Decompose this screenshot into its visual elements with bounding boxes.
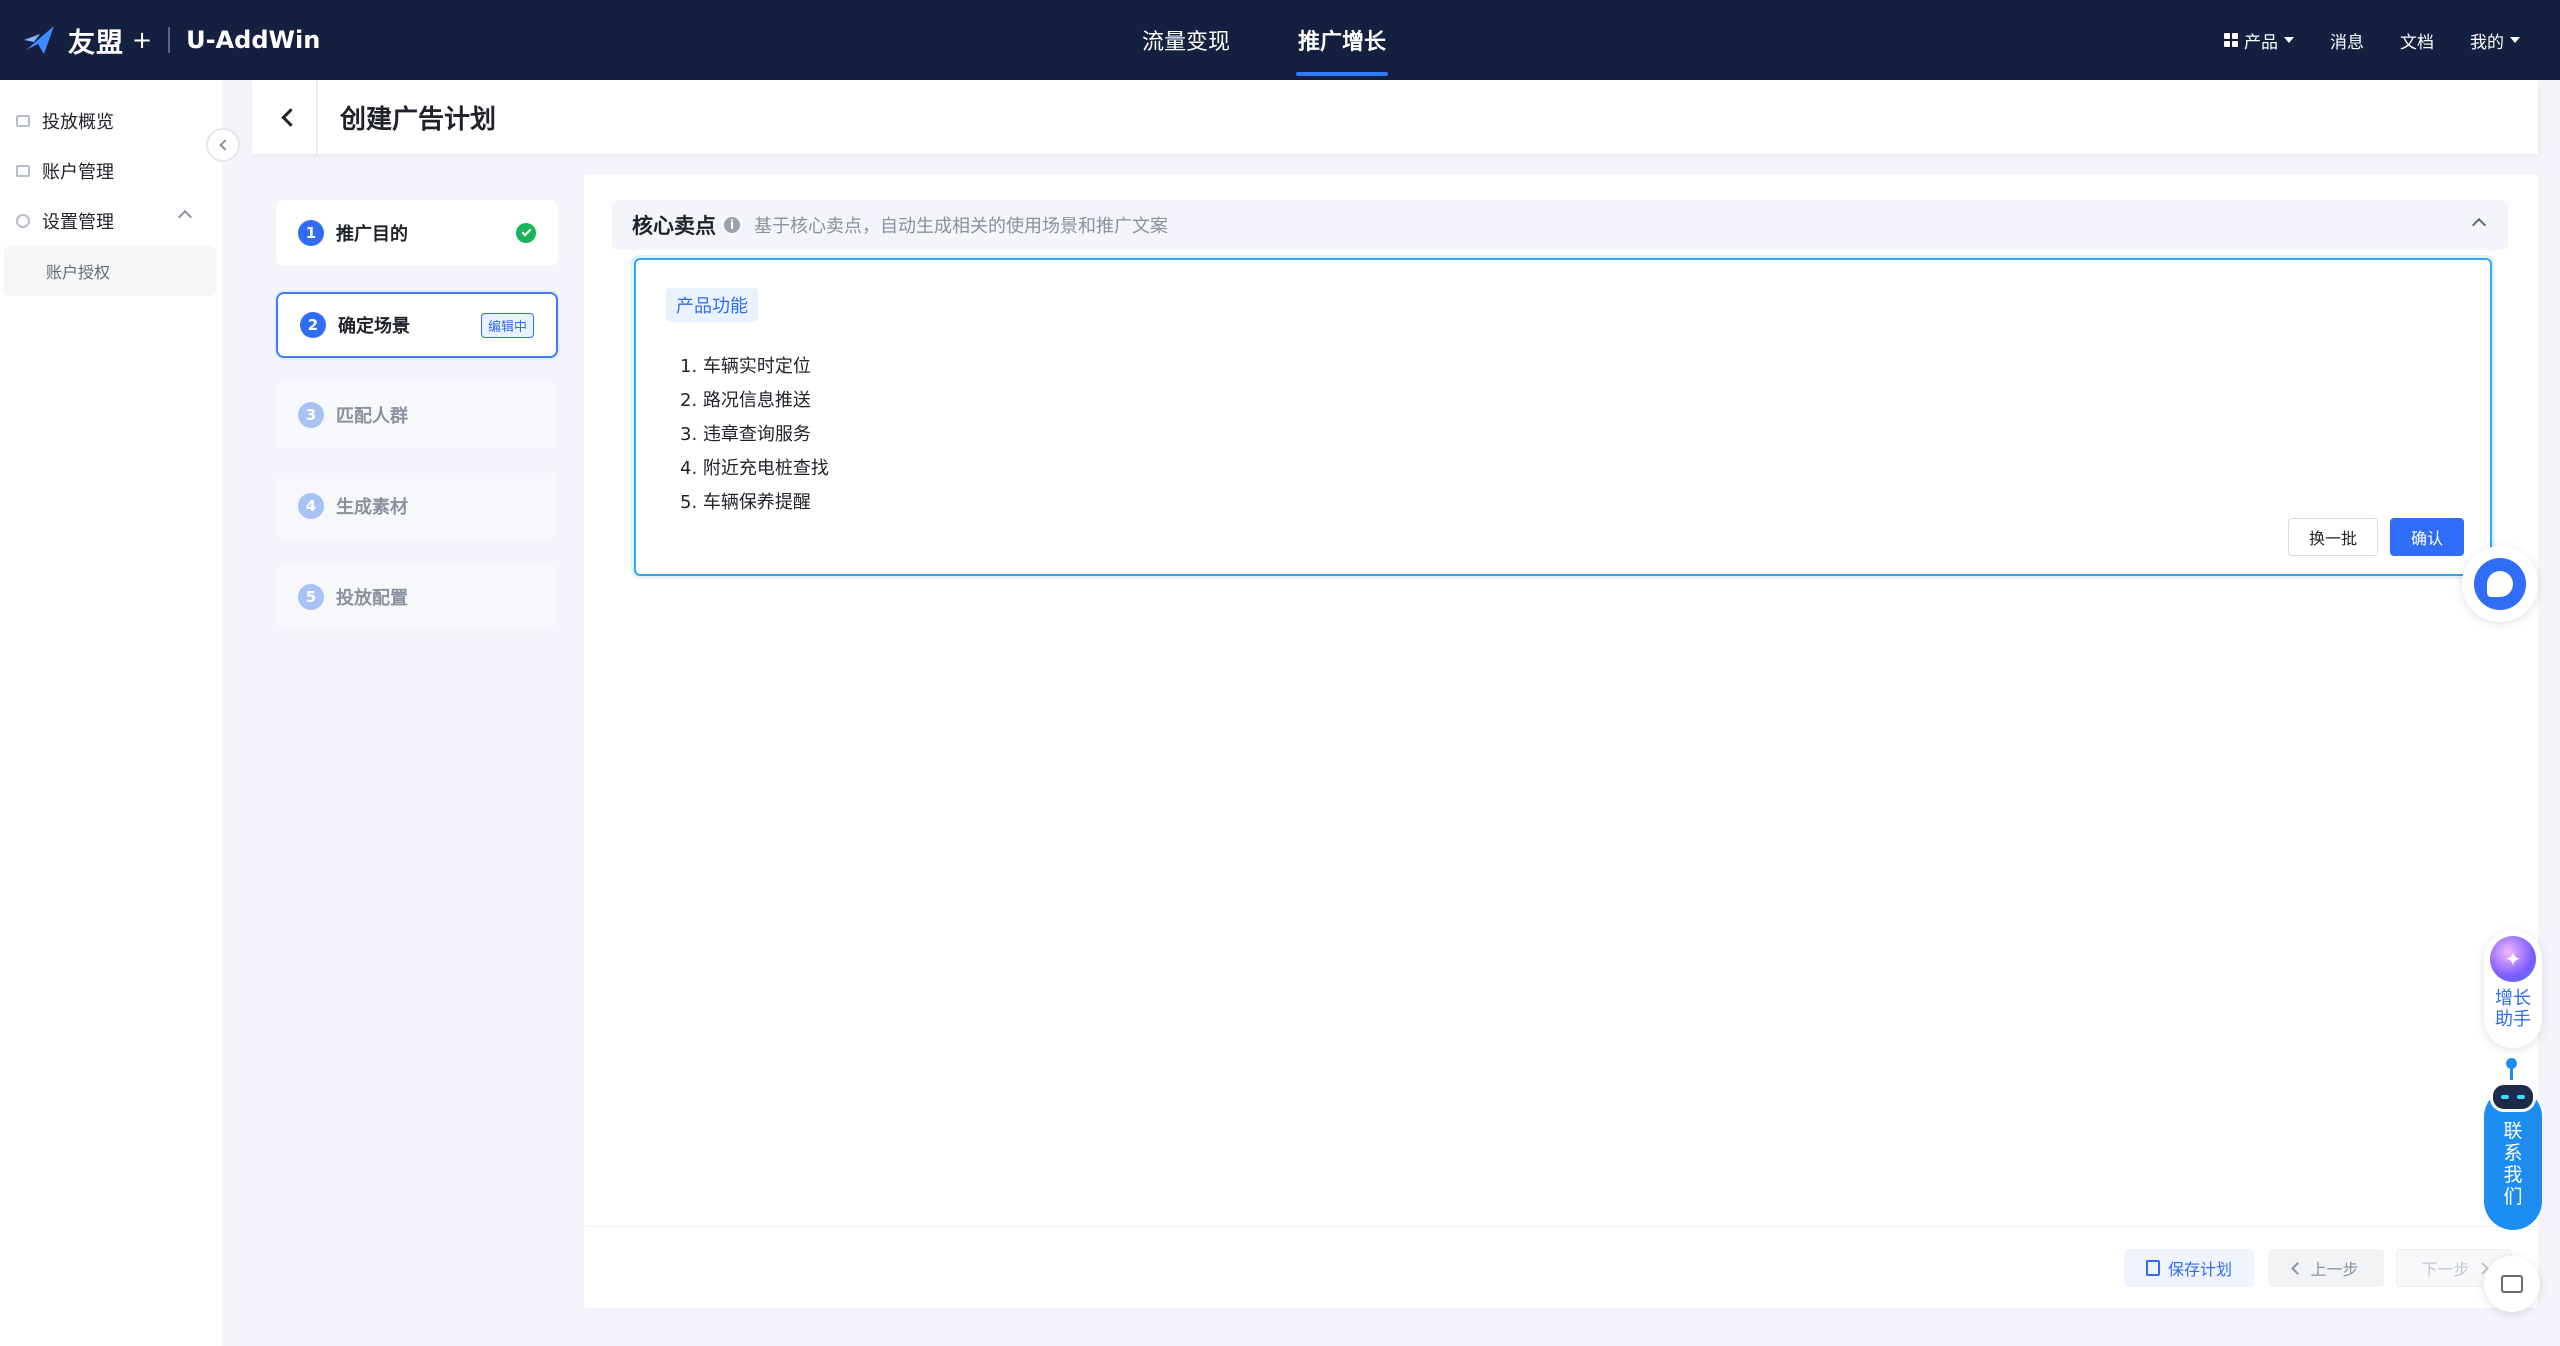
tab-traffic-monetization[interactable]: 流量变现 <box>1140 0 1232 80</box>
step-label: 投放配置 <box>336 588 408 609</box>
feature-tag: 产品功能 <box>666 288 758 322</box>
products-menu[interactable]: 产品 <box>2224 28 2294 53</box>
feature-list: 1. 车辆实时定位 2. 路况信息推送 3. 违章查询服务 4. 附近充电桩查找… <box>680 350 829 520</box>
robot-antenna-icon <box>2506 1058 2517 1080</box>
sidebar-item-label: 账户管理 <box>42 162 114 183</box>
sidebar-item-settings[interactable]: 设置管理 <box>16 204 114 238</box>
prev-step-button[interactable]: 上一步 <box>2268 1249 2384 1287</box>
chevron-left-icon <box>2291 1261 2305 1275</box>
chevron-left-icon <box>218 139 231 151</box>
swap-batch-button[interactable]: 换一批 <box>2288 518 2378 556</box>
product-feature-card[interactable]: 产品功能 1. 车辆实时定位 2. 路况信息推送 3. 违章查询服务 4. 附近… <box>634 258 2492 576</box>
chevron-up-icon[interactable] <box>2471 217 2487 233</box>
contact-us-button[interactable]: 联系我们 <box>2484 1058 2542 1230</box>
list-item: 2. 路况信息推送 <box>680 390 811 411</box>
list-item: 1. 车辆实时定位 <box>680 356 811 377</box>
step-label: 生成素材 <box>336 497 408 518</box>
brand-name: 友盟 <box>68 27 124 59</box>
sparkle-icon: ✦ <box>2490 936 2536 982</box>
product-name: U-AddWin <box>186 26 321 54</box>
step-label: 确定场景 <box>338 316 410 337</box>
growth-assistant-label: 增长助手 <box>2495 988 2531 1030</box>
chat-bubble-icon <box>2474 558 2526 610</box>
check-circle-icon <box>516 223 536 243</box>
editing-badge: 编辑中 <box>480 312 534 338</box>
messages-link[interactable]: 消息 <box>2330 28 2364 53</box>
step-number: 5 <box>298 584 324 610</box>
back-button[interactable] <box>258 80 318 154</box>
list-item: 4. 附近充电桩查找 <box>680 458 829 479</box>
page-header: 创建广告计划 <box>252 80 2538 154</box>
chevron-up-icon[interactable] <box>177 209 193 225</box>
top-right-menu: 产品 消息 文档 我的 <box>2224 0 2520 80</box>
umeng-logo-icon <box>24 26 54 54</box>
caret-down-icon <box>2510 37 2520 43</box>
grid-icon <box>2224 33 2238 47</box>
caret-down-icon <box>2284 37 2294 43</box>
gear-icon <box>16 214 30 228</box>
tab-promotion-growth[interactable]: 推广增长 <box>1296 0 1389 80</box>
sidebar-item-label: 投放概览 <box>42 112 114 133</box>
feedback-icon <box>2501 1275 2523 1293</box>
brand[interactable]: 友盟 + U-AddWin <box>20 0 320 80</box>
core-selling-points-header[interactable]: 核心卖点 i 基于核心卖点，自动生成相关的使用场景和推广文案 <box>612 200 2508 250</box>
sidebar-item-accounts[interactable]: 账户管理 <box>16 154 114 188</box>
step-label: 匹配人群 <box>336 406 408 427</box>
robot-icon <box>2490 1082 2536 1112</box>
chevron-left-icon <box>280 107 300 127</box>
growth-assistant-button[interactable]: ✦ 增长助手 <box>2484 930 2542 1048</box>
sidebar-collapse-button[interactable] <box>206 128 240 162</box>
mine-menu[interactable]: 我的 <box>2470 28 2520 53</box>
step-2[interactable]: 2 确定场景 编辑中 <box>276 292 558 358</box>
info-icon[interactable]: i <box>724 217 740 233</box>
mine-label: 我的 <box>2470 32 2504 53</box>
feedback-button[interactable] <box>2484 1256 2540 1312</box>
step-5[interactable]: 5 投放配置 <box>276 564 558 630</box>
section-title: 核心卖点 <box>632 214 716 238</box>
top-bar: 友盟 + U-AddWin 流量变现 推广增长 产品 消息 文档 我的 <box>0 0 2560 80</box>
docs-link[interactable]: 文档 <box>2400 28 2434 53</box>
list-icon <box>16 115 30 127</box>
account-icon <box>16 165 30 177</box>
save-icon <box>2145 1260 2160 1276</box>
step-3[interactable]: 3 匹配人群 <box>276 382 558 448</box>
products-label: 产品 <box>2244 32 2278 53</box>
brand-plus: + <box>132 26 153 54</box>
sidebar-subitem-account-auth[interactable]: 账户授权 <box>4 246 216 296</box>
footer-bar: 保存计划 上一步 下一步 <box>584 1226 2538 1308</box>
list-item: 3. 违章查询服务 <box>680 424 811 445</box>
step-number: 4 <box>298 493 324 519</box>
save-plan-label: 保存计划 <box>2167 1260 2232 1279</box>
step-label: 推广目的 <box>336 224 408 245</box>
sidebar-item-overview[interactable]: 投放概览 <box>16 104 114 138</box>
list-item: 5. 车辆保养提醒 <box>680 492 811 513</box>
step-number: 1 <box>298 220 324 246</box>
contact-us-label: 联系我们 <box>2503 1120 2523 1208</box>
brand-divider <box>168 27 171 53</box>
main-area: 1 推广目的 2 确定场景 编辑中 3 匹配人群 4 生成素材 5 投放配置 核… <box>252 174 2538 1308</box>
page-title: 创建广告计划 <box>340 104 497 135</box>
sidebar-item-label: 设置管理 <box>42 212 114 233</box>
section-description: 基于核心卖点，自动生成相关的使用场景和推广文案 <box>754 216 1168 237</box>
content-panel: 核心卖点 i 基于核心卖点，自动生成相关的使用场景和推广文案 产品功能 1. 车… <box>584 174 2538 1308</box>
prev-step-label: 上一步 <box>2310 1260 2359 1279</box>
sidebar: 投放概览 账户管理 设置管理 账户授权 <box>0 80 222 1346</box>
confirm-button[interactable]: 确认 <box>2390 518 2464 556</box>
save-plan-button[interactable]: 保存计划 <box>2124 1249 2254 1287</box>
chat-float-button[interactable] <box>2462 546 2538 622</box>
step-1[interactable]: 1 推广目的 <box>276 200 558 266</box>
step-number: 3 <box>298 402 324 428</box>
step-number: 2 <box>300 312 326 338</box>
top-nav: 流量变现 推广增长 <box>1140 0 1389 80</box>
step-4[interactable]: 4 生成素材 <box>276 473 558 539</box>
next-step-label: 下一步 <box>2421 1260 2470 1279</box>
